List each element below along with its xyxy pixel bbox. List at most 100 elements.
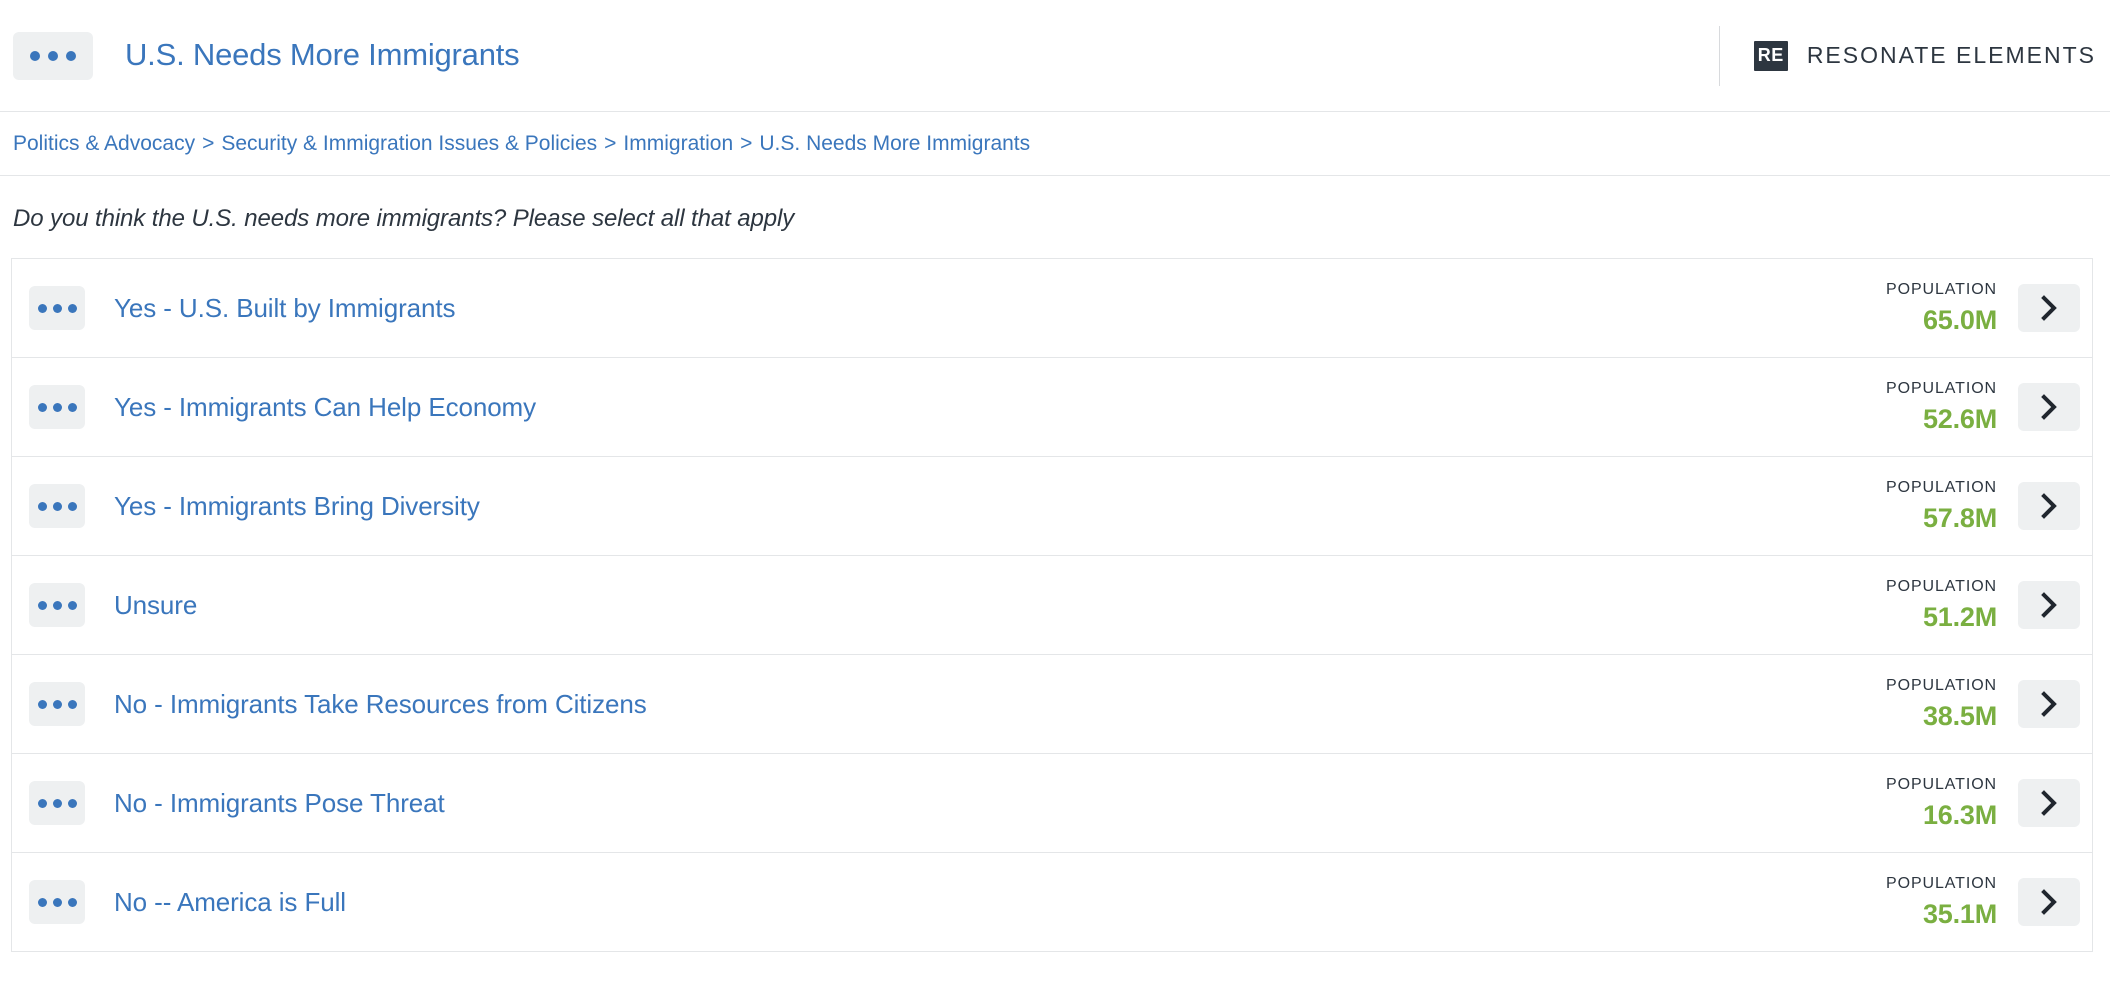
breadcrumb-item-current: U.S. Needs More Immigrants: [759, 131, 1031, 155]
population-metric-value: 52.6M: [1922, 404, 1997, 434]
ellipsis-icon-dot: [52, 303, 62, 313]
population-metric-label: POPULATION: [1886, 281, 1997, 298]
row-metrics: POPULATION 52.6M: [1886, 381, 2080, 433]
ellipsis-icon-dot: [30, 50, 40, 61]
chevron-right-icon: [2039, 591, 2059, 619]
chevron-right-icon: [2039, 492, 2059, 520]
attribute-list: Yes - U.S. Built by Immigrants POPULATION…: [11, 258, 2093, 952]
ellipsis-icon-dot: [67, 501, 77, 511]
ellipsis-icon-dot: [52, 402, 62, 412]
population-metric-label: POPULATION: [1886, 677, 1997, 694]
row-drilldown-button[interactable]: [2018, 482, 2080, 530]
ellipsis-icon-dot: [48, 50, 58, 61]
population-metric: POPULATION 65.0M: [1886, 282, 1997, 334]
population-metric: POPULATION 51.2M: [1886, 579, 1997, 631]
page-title[interactable]: U.S. Needs More Immigrants: [125, 38, 520, 72]
row-drilldown-button[interactable]: [2018, 383, 2080, 431]
population-metric-label: POPULATION: [1886, 776, 1997, 793]
population-metric-value: 38.5M: [1922, 701, 1997, 731]
row-metrics: POPULATION 16.3M: [1886, 777, 2080, 829]
ellipsis-icon-dot: [37, 699, 47, 709]
row-label[interactable]: No -- America is Full: [114, 887, 346, 918]
population-metric-label: POPULATION: [1886, 875, 1997, 892]
row-label[interactable]: Yes - Immigrants Bring Diversity: [114, 491, 480, 522]
row-label[interactable]: Yes - U.S. Built by Immigrants: [114, 293, 455, 324]
row-label[interactable]: No - Immigrants Pose Threat: [114, 788, 445, 819]
ellipsis-icon-dot: [67, 897, 77, 907]
row-ellipsis-menu-button[interactable]: [29, 385, 85, 429]
ellipsis-icon-dot: [67, 600, 77, 610]
table-row[interactable]: No -- America is Full POPULATION 35.1M: [11, 853, 2093, 952]
ellipsis-icon-dot: [37, 897, 47, 907]
ellipsis-icon-dot: [52, 600, 62, 610]
population-metric-value: 65.0M: [1922, 305, 1997, 335]
row-drilldown-button[interactable]: [2018, 284, 2080, 332]
row-label[interactable]: Yes - Immigrants Can Help Economy: [114, 392, 536, 423]
breadcrumb-item-0[interactable]: Politics & Advocacy: [13, 132, 195, 156]
ellipsis-icon-dot: [52, 897, 62, 907]
table-row[interactable]: Yes - Immigrants Bring Diversity POPULATI…: [11, 457, 2093, 556]
breadcrumb-separator-icon: >: [604, 131, 617, 155]
row-drilldown-button[interactable]: [2018, 878, 2080, 926]
row-metrics: POPULATION 51.2M: [1886, 579, 2080, 631]
chevron-right-icon: [2039, 393, 2059, 421]
breadcrumb-separator-icon: >: [202, 131, 215, 155]
population-metric: POPULATION 16.3M: [1886, 777, 1997, 829]
header-ellipsis-menu-button[interactable]: [13, 31, 93, 80]
ellipsis-icon-dot: [37, 402, 47, 412]
breadcrumb-item-2[interactable]: Immigration: [623, 132, 733, 156]
chevron-right-icon: [2039, 690, 2059, 718]
row-ellipsis-menu-button[interactable]: [29, 583, 85, 627]
ellipsis-icon-dot: [67, 798, 77, 808]
row-metrics: POPULATION 57.8M: [1886, 480, 2080, 532]
ellipsis-icon-dot: [52, 501, 62, 511]
population-metric-label: POPULATION: [1886, 479, 1997, 496]
row-ellipsis-menu-button[interactable]: [29, 484, 85, 528]
population-metric-value: 16.3M: [1922, 800, 1997, 830]
ellipsis-icon-dot: [52, 699, 62, 709]
row-metrics: POPULATION 65.0M: [1886, 282, 2080, 334]
table-row[interactable]: No - Immigrants Pose Threat POPULATION 16.…: [11, 754, 2093, 853]
population-metric-value: 35.1M: [1922, 899, 1997, 929]
row-label[interactable]: Unsure: [114, 590, 197, 621]
table-row[interactable]: Unsure POPULATION 51.2M: [11, 556, 2093, 655]
row-drilldown-button[interactable]: [2018, 581, 2080, 629]
chevron-right-icon: [2039, 294, 2059, 322]
population-metric: POPULATION 38.5M: [1886, 678, 1997, 730]
row-ellipsis-menu-button[interactable]: [29, 880, 85, 924]
row-metrics: POPULATION 35.1M: [1886, 876, 2080, 928]
breadcrumb: Politics & Advocacy > Security & Immigra…: [0, 112, 2110, 176]
ellipsis-icon-dot: [67, 699, 77, 709]
survey-question-text: Do you think the U.S. needs more immigra…: [13, 205, 795, 232]
breadcrumb-item-1[interactable]: Security & Immigration Issues & Policies: [221, 132, 597, 156]
population-metric-value: 51.2M: [1922, 602, 1997, 632]
ellipsis-icon-dot: [37, 303, 47, 313]
row-metrics: POPULATION 38.5M: [1886, 678, 2080, 730]
ellipsis-icon-dot: [67, 303, 77, 313]
ellipsis-icon-dot: [52, 798, 62, 808]
page-header: U.S. Needs More Immigrants RE RESONATE E…: [0, 0, 2110, 112]
chevron-right-icon: [2039, 888, 2059, 916]
page-footer-spacer: [0, 952, 2110, 972]
table-row[interactable]: Yes - Immigrants Can Help Economy POPULAT…: [11, 358, 2093, 457]
ellipsis-icon-dot: [37, 600, 47, 610]
row-ellipsis-menu-button[interactable]: [29, 682, 85, 726]
row-label[interactable]: No - Immigrants Take Resources from Citi…: [114, 689, 647, 720]
row-ellipsis-menu-button[interactable]: [29, 286, 85, 330]
ellipsis-icon-dot: [66, 50, 76, 61]
app-page: U.S. Needs More Immigrants RE RESONATE E…: [0, 0, 2110, 1006]
breadcrumb-separator-icon: >: [740, 131, 753, 155]
logo-wordmark: RESONATE ELEMENTS: [1806, 42, 2096, 68]
row-ellipsis-menu-button[interactable]: [29, 781, 85, 825]
logo-mark-icon: RE: [1753, 40, 1788, 71]
table-row[interactable]: No - Immigrants Take Resources from Citi…: [11, 655, 2093, 754]
ellipsis-icon-dot: [67, 402, 77, 412]
table-row[interactable]: Yes - U.S. Built by Immigrants POPULATION…: [11, 259, 2093, 358]
population-metric-label: POPULATION: [1886, 578, 1997, 595]
population-metric: POPULATION 35.1M: [1886, 876, 1997, 928]
row-drilldown-button[interactable]: [2018, 779, 2080, 827]
population-metric-label: POPULATION: [1886, 380, 1997, 397]
population-metric-value: 57.8M: [1922, 503, 1997, 533]
chevron-right-icon: [2039, 789, 2059, 817]
row-drilldown-button[interactable]: [2018, 680, 2080, 728]
